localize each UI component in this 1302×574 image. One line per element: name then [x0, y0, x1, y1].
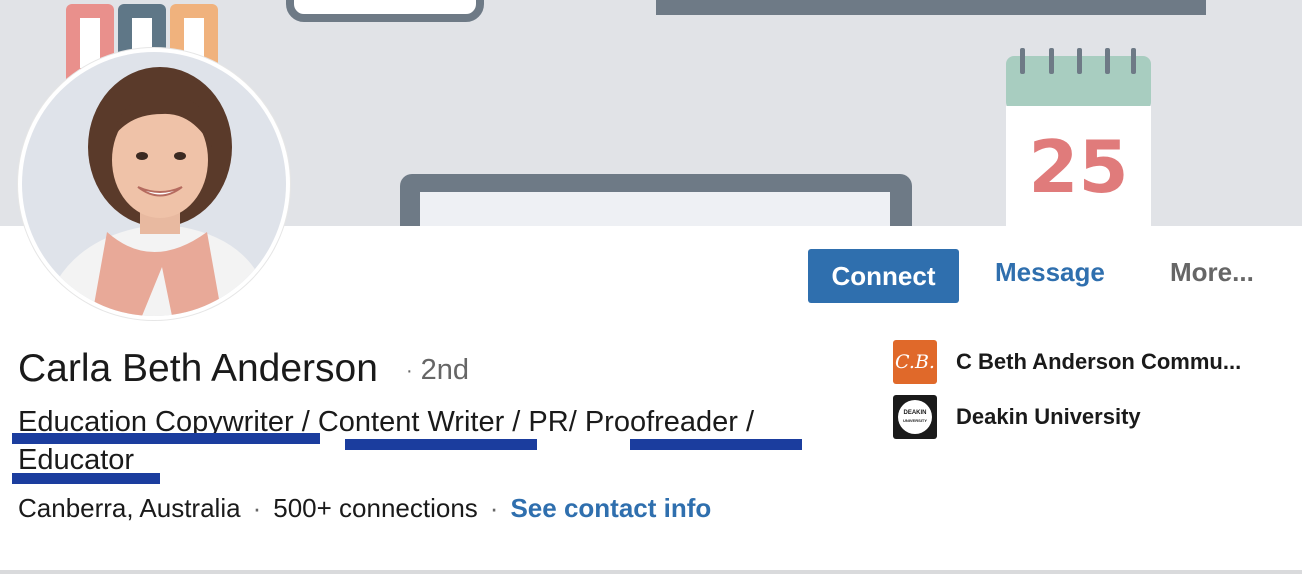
company-logo-text: C.B.	[895, 351, 935, 373]
university-name: Deakin University	[956, 404, 1141, 429]
university-seal: DEAKIN UNIVERSITY	[898, 400, 932, 434]
headline-role-2: Content Writer	[317, 406, 505, 438]
profile-name: Carla Beth Anderson	[18, 347, 378, 390]
connections-count: 500+ connections	[273, 493, 478, 523]
meta-separator: ·	[252, 493, 262, 523]
connect-button[interactable]: Connect	[808, 249, 959, 303]
company-logo-icon: C.B.	[893, 340, 937, 384]
see-contact-info-link[interactable]: See contact info	[510, 493, 711, 523]
org-item-company[interactable]: C.B. C Beth Anderson Commu...	[893, 340, 1271, 384]
location: Canberra, Australia	[18, 493, 241, 523]
connection-degree: · 2nd	[406, 354, 470, 386]
headline-separator: / PR/	[504, 406, 585, 438]
company-name: C Beth Anderson Commu...	[956, 349, 1242, 374]
university-logo-icon: DEAKIN UNIVERSITY	[893, 395, 937, 439]
headline-separator: /	[737, 406, 755, 438]
profile-photo[interactable]	[18, 48, 290, 320]
annotation-underline	[630, 439, 802, 450]
university-logo-subtext: UNIVERSITY	[902, 418, 927, 423]
university-logo-text: DEAKIN	[903, 410, 927, 416]
annotation-underline	[345, 439, 537, 450]
calendar-date: 25	[1028, 125, 1129, 209]
message-button[interactable]: Message	[995, 257, 1105, 288]
degree-label: 2nd	[420, 354, 470, 386]
annotation-underline	[12, 473, 160, 484]
annotation-underline	[12, 433, 320, 444]
profile-meta: Canberra, Australia · 500+ connections · See…	[18, 493, 711, 524]
headline-role-3: Proofreader	[584, 406, 738, 438]
meta-separator: ·	[489, 493, 499, 523]
avatar-portrait	[22, 52, 286, 316]
divider	[0, 570, 1302, 574]
org-item-education[interactable]: DEAKIN UNIVERSITY Deakin University	[893, 395, 1271, 439]
more-button[interactable]: More...	[1170, 257, 1254, 288]
